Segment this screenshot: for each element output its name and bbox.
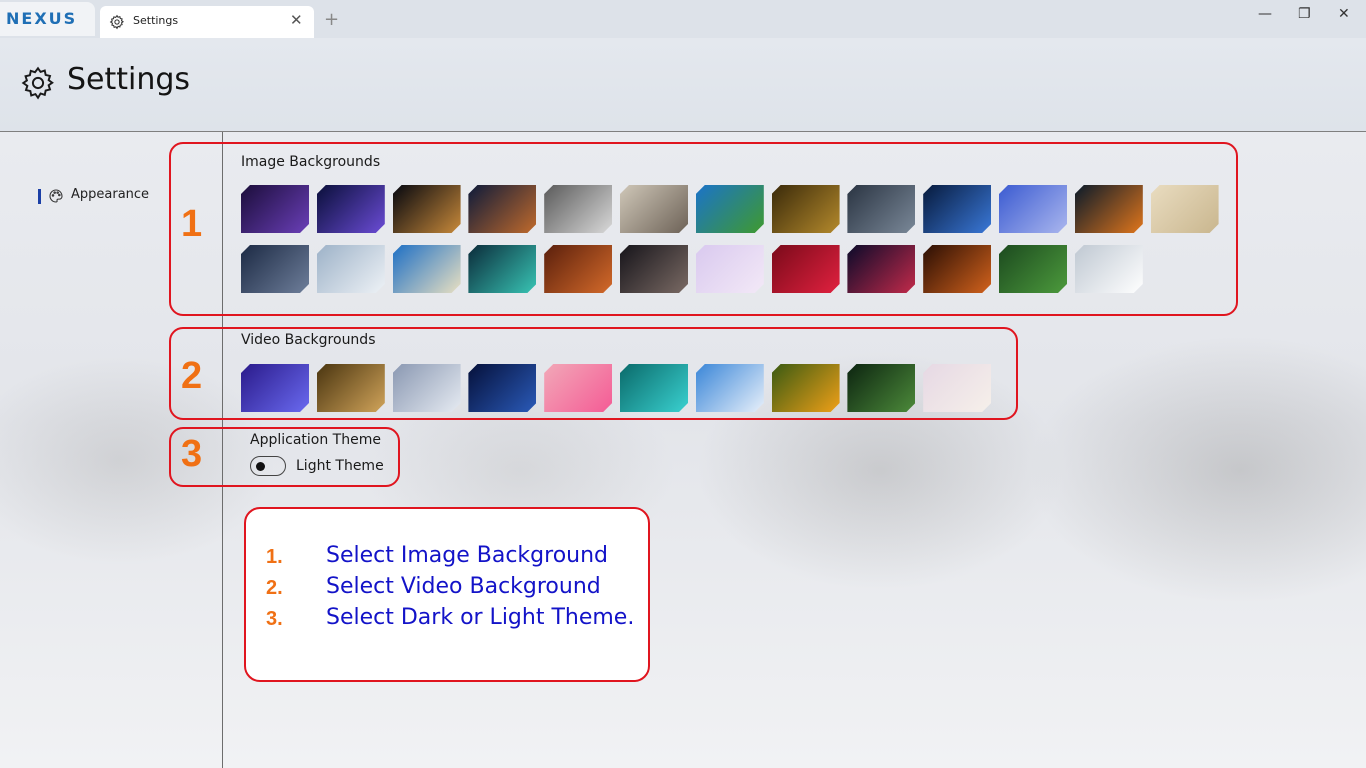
background-thumbnail[interactable] <box>620 364 688 412</box>
background-thumbnail[interactable] <box>620 185 688 233</box>
background-thumbnail[interactable] <box>1075 185 1143 233</box>
background-thumbnail[interactable] <box>847 364 915 412</box>
image-backgrounds-title: Image Backgrounds <box>241 154 381 170</box>
background-thumbnail[interactable] <box>544 364 612 412</box>
title-bar: NEXUS Settings ✕ + — ❐ ✕ <box>0 0 1366 38</box>
background-thumbnail[interactable] <box>772 245 840 293</box>
background-thumbnail[interactable] <box>847 185 915 233</box>
background-thumbnail[interactable] <box>772 185 840 233</box>
background-thumbnail[interactable] <box>241 185 309 233</box>
video-backgrounds-title: Video Backgrounds <box>241 332 376 348</box>
background-thumbnail[interactable] <box>1075 245 1143 293</box>
step-number: 1. <box>266 546 283 568</box>
active-indicator <box>38 189 41 204</box>
background-thumbnail[interactable] <box>241 364 309 412</box>
background-thumbnail[interactable] <box>544 185 612 233</box>
background-thumbnail[interactable] <box>393 245 461 293</box>
background-thumbnail[interactable] <box>468 245 536 293</box>
palette-icon <box>49 189 63 203</box>
step-number: 3. <box>266 608 283 630</box>
restore-button[interactable]: ❐ <box>1298 6 1311 22</box>
annotation-number-3: 3 <box>181 433 203 475</box>
background-thumbnail[interactable] <box>241 245 309 293</box>
background-thumbnail[interactable] <box>317 245 385 293</box>
close-tab-icon[interactable]: ✕ <box>290 11 303 29</box>
background-thumbnail[interactable] <box>772 364 840 412</box>
step-text: Select Image Background <box>326 543 609 568</box>
instructions-panel: 1. Select Image Background 2. Select Vid… <box>244 507 650 682</box>
background-thumbnail[interactable] <box>696 245 764 293</box>
step-number: 2. <box>266 577 283 599</box>
background-thumbnail[interactable] <box>317 185 385 233</box>
step-text: Select Dark or Light Theme. <box>326 605 635 630</box>
theme-toggle-label: Light Theme <box>296 458 384 474</box>
sidebar-item-label: Appearance <box>71 187 150 202</box>
background-thumbnail[interactable] <box>468 185 536 233</box>
background-thumbnail[interactable] <box>393 185 461 233</box>
background-thumbnail[interactable] <box>620 245 688 293</box>
step-text: Select Video Background <box>326 574 601 599</box>
background-thumbnail[interactable] <box>923 245 991 293</box>
page-title: Settings <box>67 62 191 97</box>
gear-icon <box>109 14 125 30</box>
new-tab-button[interactable]: + <box>324 9 339 30</box>
background-thumbnail[interactable] <box>696 185 764 233</box>
app-logo: NEXUS <box>0 2 95 36</box>
background-thumbnail[interactable] <box>923 364 991 412</box>
tab-title: Settings <box>133 14 179 27</box>
background-thumbnail[interactable] <box>696 364 764 412</box>
toggle-knob <box>256 461 265 471</box>
background-thumbnail[interactable] <box>923 185 991 233</box>
page-header: Settings <box>0 38 1366 132</box>
background-thumbnail[interactable] <box>999 185 1067 233</box>
close-window-button[interactable]: ✕ <box>1338 6 1350 22</box>
theme-toggle[interactable] <box>250 456 286 476</box>
tab-settings[interactable]: Settings ✕ <box>100 6 314 38</box>
background-thumbnail[interactable] <box>1151 185 1219 233</box>
application-theme-title: Application Theme <box>250 432 381 448</box>
sidebar-item-appearance[interactable]: Appearance <box>36 184 166 208</box>
annotation-number-2: 2 <box>181 355 203 397</box>
background-thumbnail[interactable] <box>847 245 915 293</box>
background-thumbnail[interactable] <box>999 245 1067 293</box>
minimize-button[interactable]: — <box>1258 6 1272 22</box>
background-thumbnail[interactable] <box>468 364 536 412</box>
background-thumbnail[interactable] <box>544 245 612 293</box>
background-thumbnail[interactable] <box>393 364 461 412</box>
background-thumbnail[interactable] <box>317 364 385 412</box>
settings-gear-icon <box>21 66 54 100</box>
annotation-number-1: 1 <box>181 203 203 245</box>
